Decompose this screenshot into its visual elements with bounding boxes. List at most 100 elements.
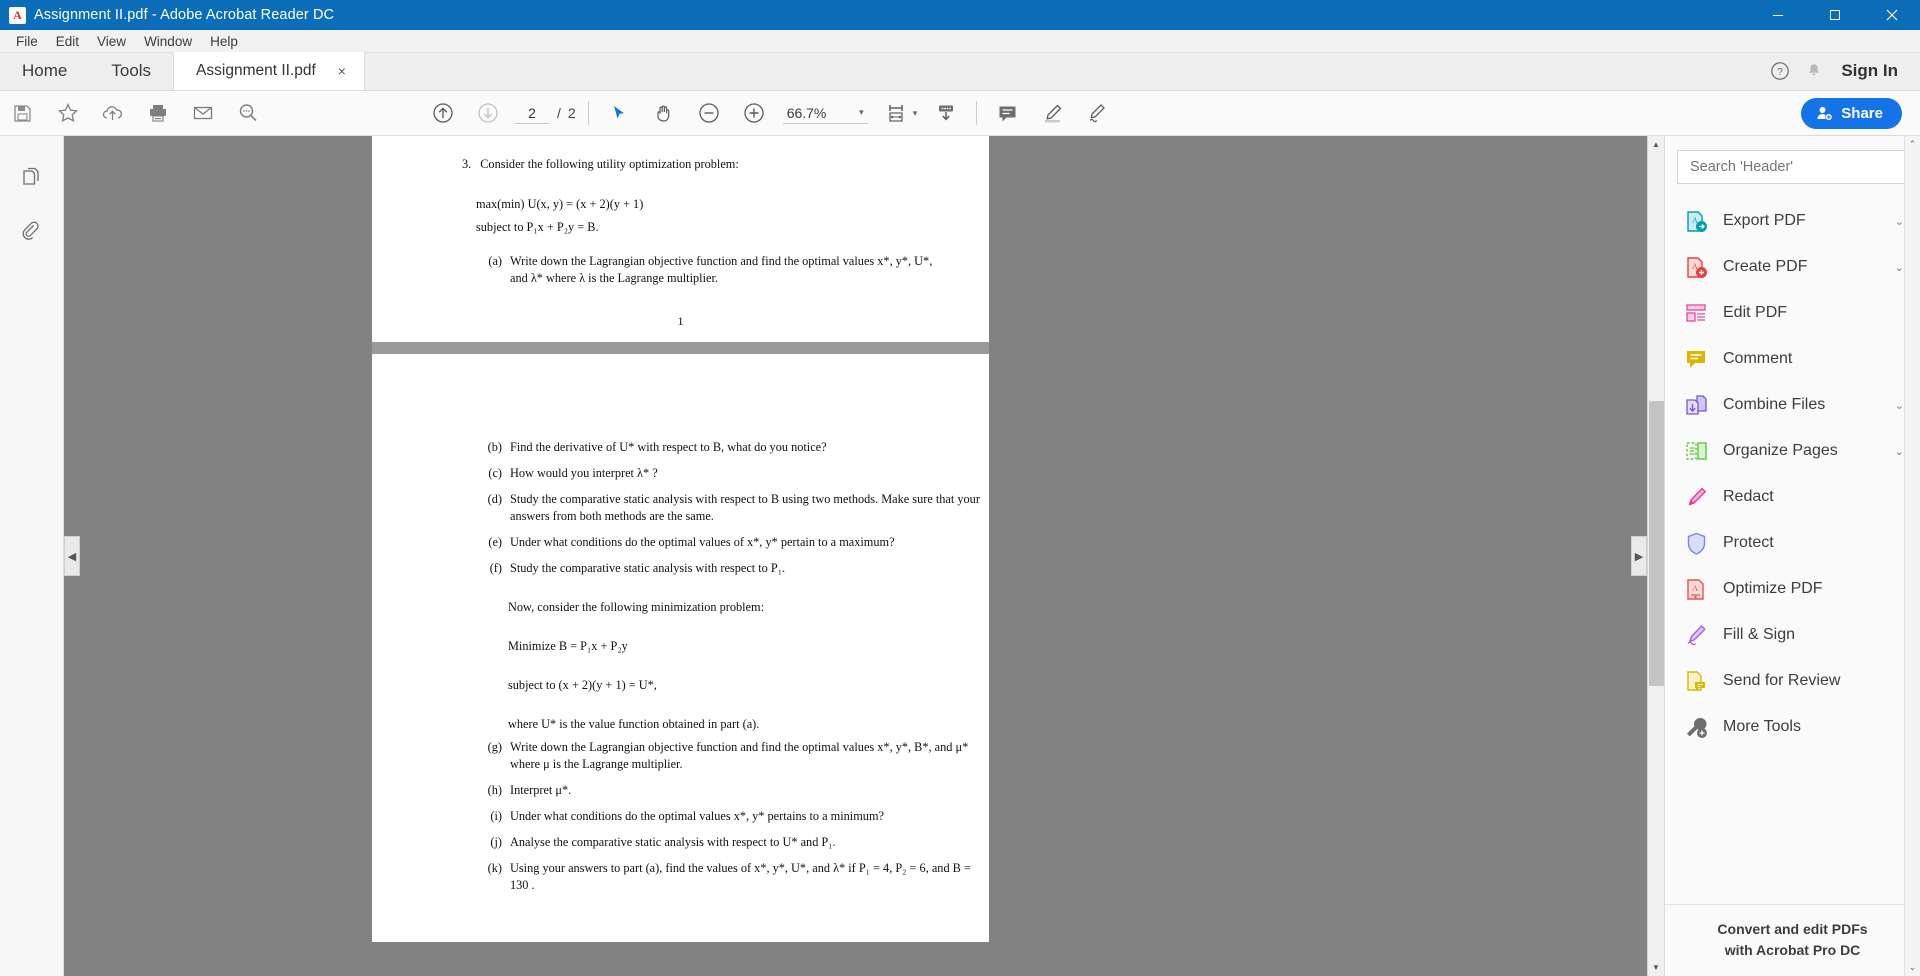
objective-function: max(min) U(x, y) = (x + 2)(y + 1) bbox=[476, 196, 644, 211]
menu-help[interactable]: Help bbox=[201, 31, 247, 52]
scroll-mode-icon[interactable] bbox=[923, 91, 968, 136]
total-pages: 2 bbox=[567, 105, 576, 121]
part-label: (e) bbox=[488, 534, 502, 549]
cloud-upload-icon[interactable] bbox=[90, 91, 135, 136]
annotate-tools-group bbox=[985, 91, 1120, 136]
tool-redact[interactable]: Redact bbox=[1665, 474, 1920, 520]
pdf-pages: 3. Consider the following utility optimi… bbox=[372, 136, 989, 943]
tool-send-for-review[interactable]: Send for Review bbox=[1665, 658, 1920, 704]
viewer-scrollbar[interactable]: ▲ ▼ bbox=[1647, 136, 1664, 976]
page-thumbnails-icon[interactable] bbox=[12, 158, 52, 198]
list-item: (j) Analyse the comparative static analy… bbox=[482, 834, 989, 851]
menu-view[interactable]: View bbox=[88, 31, 135, 52]
maximize-icon[interactable] bbox=[1806, 0, 1863, 30]
menu-window[interactable]: Window bbox=[135, 31, 201, 52]
next-page-arrow[interactable]: ▶ bbox=[1631, 536, 1647, 576]
tool-combine-files[interactable]: Combine Files ⌄ bbox=[1665, 382, 1920, 428]
tool-optimize-pdf[interactable]: A Optimize PDF bbox=[1665, 566, 1920, 612]
part-a-line1: Write down the Lagrangian objective func… bbox=[510, 253, 933, 268]
menu-edit[interactable]: Edit bbox=[47, 31, 88, 52]
part-a-line2: and λ* where λ is the Lagrange multiplie… bbox=[510, 270, 718, 285]
comment-icon[interactable] bbox=[985, 91, 1030, 136]
notification-bell-icon[interactable] bbox=[1797, 52, 1831, 90]
create-pdf-icon: A bbox=[1683, 254, 1709, 280]
panel-scrollbar[interactable]: ⌃ ⌄ bbox=[1904, 136, 1920, 976]
select-cursor-icon[interactable] bbox=[597, 91, 642, 136]
tool-label: Send for Review bbox=[1723, 672, 1841, 689]
tool-label: Protect bbox=[1723, 534, 1774, 551]
window-title: Assignment II.pdf - Adobe Acrobat Reader… bbox=[34, 7, 335, 23]
page-folio: 1 bbox=[677, 313, 684, 328]
page-separator: / bbox=[557, 105, 561, 121]
tool-comment[interactable]: Comment bbox=[1665, 336, 1920, 382]
hand-tool-icon[interactable] bbox=[642, 91, 687, 136]
part-text: Using your answers to part (a), find the… bbox=[510, 860, 971, 892]
zoom-out-icon[interactable] bbox=[687, 91, 732, 136]
scrollbar-thumb[interactable] bbox=[1649, 401, 1664, 686]
star-icon[interactable] bbox=[45, 91, 90, 136]
help-circle-icon[interactable]: ? bbox=[1763, 52, 1797, 90]
chevron-down-icon[interactable]: ▾ bbox=[913, 108, 918, 119]
panel-scroll-up[interactable]: ⌃ bbox=[1909, 139, 1917, 150]
pdf-viewer[interactable]: 3. Consider the following utility optimi… bbox=[64, 136, 1664, 976]
tool-label: Edit PDF bbox=[1723, 304, 1788, 321]
tool-more-tools[interactable]: More Tools bbox=[1665, 704, 1920, 750]
optimization-problem: max(min) U(x, y) = (x + 2)(y + 1) subjec… bbox=[372, 196, 989, 236]
part-label: (j) bbox=[490, 834, 502, 849]
tab-bar-right: ? Sign In bbox=[1763, 52, 1920, 90]
tool-protect[interactable]: Protect bbox=[1665, 520, 1920, 566]
tool-label: Organize Pages bbox=[1723, 442, 1838, 459]
sign-in-button[interactable]: Sign In bbox=[1831, 61, 1920, 81]
zoom-value: 66.7% bbox=[786, 104, 827, 121]
tab-document[interactable]: Assignment II.pdf × bbox=[173, 52, 365, 90]
export-pdf-icon: A bbox=[1683, 208, 1709, 234]
search-input[interactable] bbox=[1677, 150, 1908, 184]
fill-sign-icon[interactable] bbox=[1075, 91, 1120, 136]
tool-export-pdf[interactable]: A Export PDF ⌄ bbox=[1665, 198, 1920, 244]
redact-icon bbox=[1683, 484, 1709, 510]
toolbar-divider bbox=[976, 101, 978, 125]
protect-shield-icon bbox=[1683, 530, 1709, 556]
chevron-down-icon: ⌄ bbox=[1894, 261, 1904, 274]
tab-home[interactable]: Home bbox=[0, 52, 89, 90]
current-page-input[interactable] bbox=[514, 102, 550, 124]
scroll-down-button[interactable]: ▼ bbox=[1648, 959, 1664, 976]
minimize-icon[interactable] bbox=[1749, 0, 1806, 30]
left-nav-rail bbox=[0, 136, 64, 976]
close-icon[interactable]: × bbox=[334, 64, 350, 78]
tab-bar: Home Tools Assignment II.pdf × ? Sign In bbox=[0, 52, 1920, 91]
part-label: (h) bbox=[487, 782, 502, 797]
zoom-level-dropdown[interactable]: 66.7% ▾ bbox=[782, 103, 868, 124]
part-label: (d) bbox=[487, 491, 502, 506]
panel-scroll-down[interactable]: ⌄ bbox=[1909, 962, 1917, 973]
close-icon[interactable] bbox=[1863, 0, 1920, 30]
part-text: Find the derivative of U* with respect t… bbox=[510, 440, 827, 454]
print-icon[interactable] bbox=[135, 91, 180, 136]
menu-file[interactable]: File bbox=[7, 31, 47, 52]
tool-create-pdf[interactable]: A Create PDF ⌄ bbox=[1665, 244, 1920, 290]
part-label: (g) bbox=[487, 739, 502, 754]
save-icon[interactable] bbox=[0, 91, 45, 136]
search-icon[interactable] bbox=[225, 91, 270, 136]
previous-page-arrow[interactable]: ◀ bbox=[64, 536, 80, 576]
page-separator-bar bbox=[372, 342, 989, 354]
scroll-up-button[interactable]: ▲ bbox=[1648, 136, 1664, 153]
share-button[interactable]: Share bbox=[1801, 98, 1902, 129]
constraint: subject to P₁x + P₂y = B. bbox=[476, 219, 599, 234]
tool-fill-sign[interactable]: Fill & Sign bbox=[1665, 612, 1920, 658]
add-person-icon bbox=[1817, 107, 1833, 121]
page-nav-group: / 2 bbox=[420, 91, 580, 136]
tool-organize-pages[interactable]: Organize Pages ⌄ bbox=[1665, 428, 1920, 474]
highlight-pen-icon[interactable] bbox=[1030, 91, 1075, 136]
page-down-icon[interactable] bbox=[465, 91, 510, 136]
tab-tools[interactable]: Tools bbox=[89, 52, 173, 90]
page-up-icon[interactable] bbox=[420, 91, 465, 136]
promo-line-2: with Acrobat Pro DC bbox=[1724, 941, 1861, 958]
pdf-page-2: (b) Find the derivative of U* with respe… bbox=[372, 354, 989, 943]
tool-edit-pdf[interactable]: Edit PDF bbox=[1665, 290, 1920, 336]
attachment-paperclip-icon[interactable] bbox=[12, 212, 52, 252]
part-label: (c) bbox=[488, 465, 502, 480]
combine-files-icon bbox=[1683, 392, 1709, 418]
zoom-in-icon[interactable] bbox=[732, 91, 777, 136]
email-icon[interactable] bbox=[180, 91, 225, 136]
